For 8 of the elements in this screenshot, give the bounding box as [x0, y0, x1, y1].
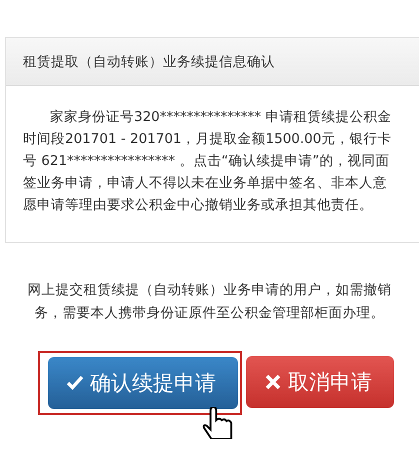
confirm-button[interactable]: 确认续提申请: [48, 357, 238, 409]
cancel-button[interactable]: 取消申请: [246, 356, 394, 408]
notice-text: 务，需要本人携带身份证原件至公积金管理部柜面办理。: [34, 304, 384, 323]
confirmation-text: 家家身份证号320*************** 申请租赁续提公积金时间段201701 - 201701，月提取金额1500.00元，银行卡号 621**************** 。点击“确认续提申请”的，视同面签业务申请，申请人不得以未在业务单据中签名、非本人意愿申请等理由要求公积金中心撤销业务或承担其他责任。: [23, 108, 392, 215]
check-icon: [66, 374, 84, 392]
close-icon: [264, 373, 282, 391]
panel-title: 租赁提取（自动转账）业务续提信息确认: [23, 52, 275, 70]
notice-text: 网上提交租赁续提（自动转账）业务申请的用户，如需撤销: [28, 281, 392, 300]
